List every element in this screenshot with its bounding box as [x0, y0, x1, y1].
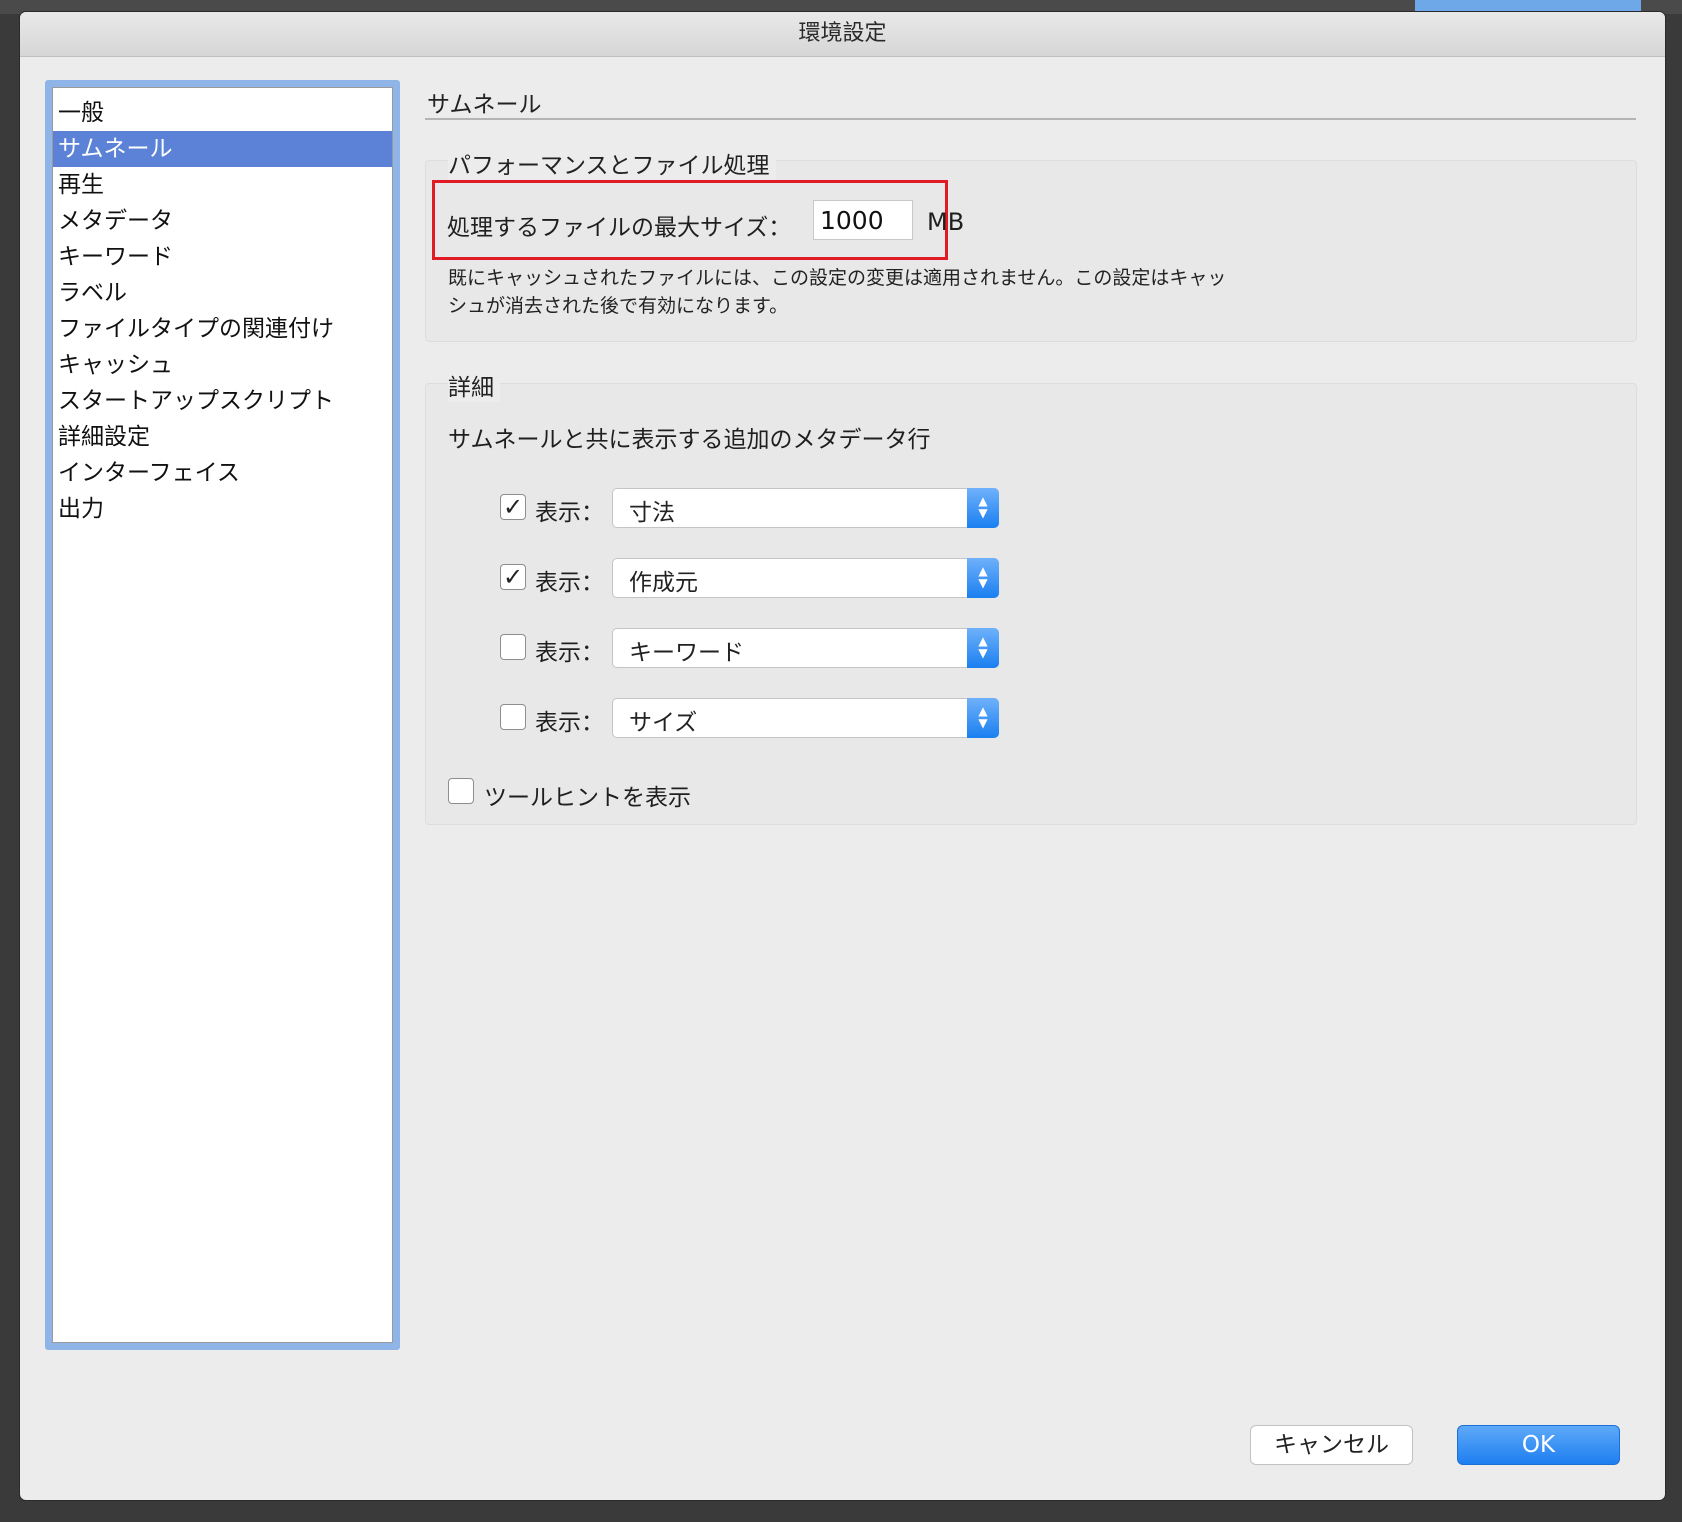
sidebar-item-playback[interactable]: 再生 [53, 167, 392, 203]
max-file-size-label: 処理するファイルの最大サイズ： [447, 215, 792, 241]
chevron-up-down-icon: ▲ ▼ [967, 558, 999, 598]
sidebar-item-metadata[interactable]: メタデータ [53, 203, 392, 239]
sidebar-item-labels[interactable]: ラベル [53, 275, 392, 311]
show-label-2: 表示： [535, 570, 604, 596]
metadata-select-3-value: キーワード [629, 640, 744, 666]
sidebar-item-interface[interactable]: インターフェイス [53, 455, 392, 491]
chevron-up-down-icon: ▲ ▼ [967, 488, 999, 528]
metadata-select-4-value: サイズ [629, 710, 698, 736]
sidebar-item-general[interactable]: 一般 [53, 95, 392, 131]
sidebar-item-output[interactable]: 出力 [53, 491, 392, 527]
metadata-rows-heading: サムネールと共に表示する追加のメタデータ行 [448, 427, 931, 453]
divider [425, 118, 1636, 120]
ok-button[interactable]: OK [1457, 1425, 1620, 1465]
metadata-select-2[interactable]: 作成元 ▲ ▼ [612, 558, 999, 598]
preferences-dialog: 環境設定 一般 サムネール 再生 メタデータ キーワード ラベル ファイルタイプ… [20, 12, 1665, 1500]
max-file-size-unit: MB [927, 208, 965, 236]
dialog-title: 環境設定 [20, 12, 1665, 57]
sidebar-item-advanced[interactable]: 詳細設定 [53, 419, 392, 455]
show-tooltips-checkbox[interactable] [448, 778, 474, 804]
metadata-select-1[interactable]: 寸法 ▲ ▼ [612, 488, 999, 528]
category-list[interactable]: 一般 サムネール 再生 メタデータ キーワード ラベル ファイルタイプの関連付け… [52, 87, 393, 1343]
show-label-3: 表示： [535, 640, 604, 666]
show-label-1: 表示： [535, 500, 604, 526]
show-checkbox-4[interactable] [500, 704, 526, 730]
chevron-up-down-icon: ▲ ▼ [967, 698, 999, 738]
show-label-4: 表示： [535, 710, 604, 736]
show-tooltips-label[interactable]: ツールヒントを表示 [484, 778, 691, 812]
chevron-up-down-icon: ▲ ▼ [967, 628, 999, 668]
sidebar-item-file-type-associations[interactable]: ファイルタイプの関連付け [53, 311, 392, 347]
metadata-select-4[interactable]: サイズ ▲ ▼ [612, 698, 999, 738]
performance-group-label: パフォーマンスとファイル処理 [448, 146, 776, 180]
panel-title: サムネール [427, 92, 542, 118]
show-checkbox-1[interactable]: ✓ [500, 494, 526, 520]
metadata-select-1-value: 寸法 [629, 500, 675, 526]
background-tab [1185, 0, 1431, 12]
sidebar-focus-ring: 一般 サムネール 再生 メタデータ キーワード ラベル ファイルタイプの関連付け… [45, 80, 400, 1350]
metadata-select-2-value: 作成元 [629, 570, 698, 596]
show-checkbox-2[interactable]: ✓ [500, 564, 526, 590]
background-tab [1610, 0, 1682, 12]
sidebar-item-startup-scripts[interactable]: スタートアップスクリプト [53, 383, 392, 419]
show-checkbox-3[interactable] [500, 634, 526, 660]
cache-note: 既にキャッシュされたファイルには、この設定の変更は適用されません。この設定はキャ… [448, 267, 1227, 317]
details-group-label: 詳細 [448, 368, 500, 402]
sidebar-item-keywords[interactable]: キーワード [53, 239, 392, 275]
max-file-size-input[interactable] [813, 200, 913, 240]
sidebar-item-thumbnails[interactable]: サムネール [53, 131, 392, 167]
background-tab-active [1415, 0, 1641, 12]
sidebar-item-cache[interactable]: キャッシュ [53, 347, 392, 383]
cancel-button[interactable]: キャンセル [1250, 1425, 1413, 1465]
metadata-select-3[interactable]: キーワード ▲ ▼ [612, 628, 999, 668]
